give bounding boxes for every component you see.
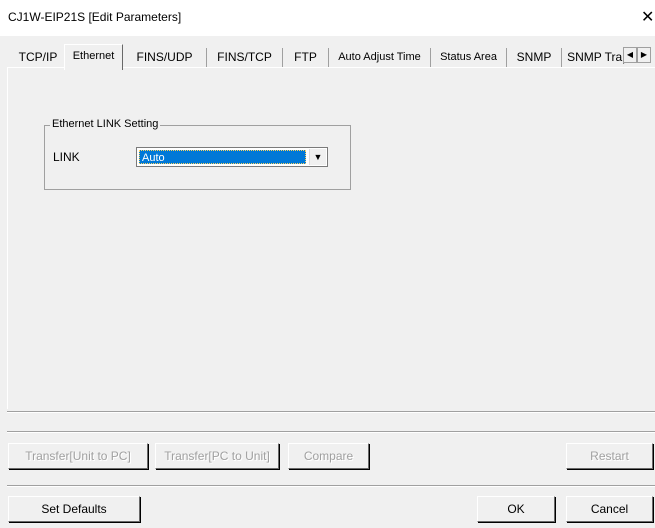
title-bar: CJ1W-EIP21S [Edit Parameters] ✕: [0, 0, 655, 36]
link-label: LINK: [53, 150, 80, 164]
tab-tcp-ip[interactable]: TCP/IP: [12, 48, 65, 67]
footer-separator: [7, 485, 655, 487]
transfer-pc-to-unit-button[interactable]: Transfer[PC to Unit]: [155, 443, 279, 469]
tab-fins-udp[interactable]: FINS/UDP: [123, 48, 207, 67]
window-title: CJ1W-EIP21S [Edit Parameters]: [8, 10, 182, 24]
ok-button[interactable]: OK: [477, 496, 555, 522]
tab-auto-adjust-time[interactable]: Auto Adjust Time: [329, 48, 431, 67]
arrow-left-icon[interactable]: ◀: [623, 47, 637, 63]
set-defaults-button[interactable]: Set Defaults: [8, 496, 140, 522]
restart-button[interactable]: Restart: [566, 443, 653, 469]
tab-ethernet[interactable]: Ethernet: [64, 44, 123, 70]
arrow-right-icon[interactable]: ▶: [637, 47, 651, 63]
close-icon[interactable]: ✕: [641, 6, 655, 28]
tab-snmp[interactable]: SNMP: [507, 48, 562, 67]
tab-status-area[interactable]: Status Area: [431, 48, 507, 67]
tab-strip: TCP/IP Ethernet FINS/UDP FINS/TCP FTP Au…: [12, 44, 655, 70]
edit-parameters-dialog: CJ1W-EIP21S [Edit Parameters] ✕ TCP/IP E…: [0, 0, 655, 528]
tab-ftp[interactable]: FTP: [283, 48, 329, 67]
panel-divider: [7, 411, 655, 413]
compare-button[interactable]: Compare: [288, 443, 369, 469]
action-separator: [7, 431, 655, 433]
link-dropdown-value: Auto: [139, 150, 306, 164]
tab-fins-tcp[interactable]: FINS/TCP: [207, 48, 283, 67]
transfer-unit-to-pc-button[interactable]: Transfer[Unit to PC]: [8, 443, 148, 469]
link-dropdown[interactable]: Auto ▼: [136, 147, 328, 167]
chevron-down-icon[interactable]: ▼: [309, 149, 326, 165]
cancel-button[interactable]: Cancel: [566, 496, 653, 522]
groupbox-title: Ethernet LINK Setting: [50, 117, 161, 131]
